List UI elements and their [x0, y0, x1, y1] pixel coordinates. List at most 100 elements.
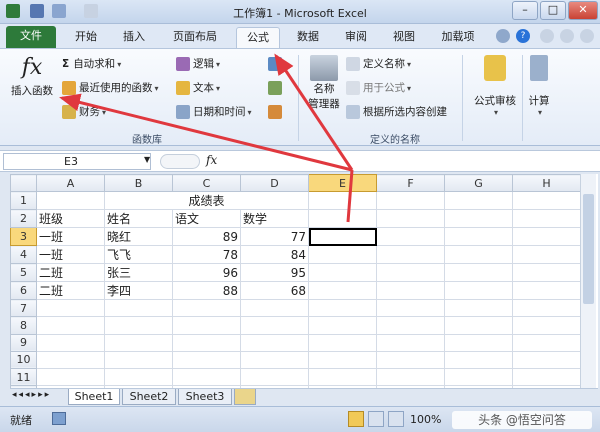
cell-F5[interactable]	[376, 263, 445, 283]
cell-H4[interactable]	[512, 245, 581, 265]
cell-H10[interactable]	[512, 350, 581, 369]
logical-button[interactable]: 逻辑 ▾	[176, 55, 220, 73]
tab-page-layout[interactable]: 页面布局	[164, 27, 226, 48]
cell-H1[interactable]	[512, 191, 581, 211]
row-header[interactable]: 1	[10, 191, 37, 211]
cell-D2[interactable]: 数学	[240, 209, 309, 229]
cell-B9[interactable]	[104, 333, 173, 352]
scrollbar-thumb[interactable]	[583, 194, 594, 304]
cell-C9[interactable]	[172, 333, 241, 352]
cell-F3[interactable]	[376, 227, 445, 247]
column-header[interactable]: A	[36, 174, 105, 193]
cell-E4[interactable]	[308, 245, 377, 265]
workbook-close-icon[interactable]	[580, 29, 594, 43]
cell-A2[interactable]: 班级	[36, 209, 105, 229]
cell-A6[interactable]: 二班	[36, 281, 105, 301]
column-header[interactable]: F	[376, 174, 445, 193]
cell-C3[interactable]: 89	[172, 227, 241, 247]
cell-E7[interactable]	[308, 299, 377, 318]
cell-G5[interactable]	[444, 263, 513, 283]
cell-F11[interactable]	[376, 367, 445, 387]
text-button[interactable]: 文本 ▾	[176, 79, 220, 97]
page-layout-view-icon[interactable]	[368, 411, 384, 427]
column-header[interactable]: B	[104, 174, 173, 193]
calculation-button[interactable]: 计算 ▾	[524, 55, 554, 117]
cell-E10[interactable]	[308, 350, 377, 369]
row-header[interactable]: 2	[10, 209, 37, 229]
cell-F7[interactable]	[376, 299, 445, 318]
cell-H11[interactable]	[512, 367, 581, 387]
cell-C7[interactable]	[172, 299, 241, 318]
cell-A5[interactable]: 二班	[36, 263, 105, 283]
cell-C8[interactable]	[172, 316, 241, 335]
cell-G3[interactable]	[444, 227, 513, 247]
row-header[interactable]: 8	[10, 316, 37, 335]
column-header[interactable]: H	[512, 174, 581, 193]
datetime-button[interactable]: 日期和时间 ▾	[176, 103, 252, 121]
cell-C5[interactable]: 96	[172, 263, 241, 283]
cell-A10[interactable]	[36, 350, 105, 369]
tab-formulas[interactable]: 公式	[236, 27, 280, 48]
cell-F6[interactable]	[376, 281, 445, 301]
cell-E8[interactable]	[308, 316, 377, 335]
cell-F4[interactable]	[376, 245, 445, 265]
cell-E6[interactable]	[308, 281, 377, 301]
financial-button[interactable]: 财务 ▾	[62, 103, 106, 121]
insert-function-fx-icon[interactable]: fx	[206, 153, 217, 167]
cell-H3[interactable]	[512, 227, 581, 247]
tab-home[interactable]: 开始	[66, 27, 106, 48]
macro-record-icon[interactable]	[52, 412, 66, 425]
cell-D4[interactable]: 84	[240, 245, 309, 265]
cell-F2[interactable]	[376, 209, 445, 229]
tab-review[interactable]: 审阅	[336, 27, 376, 48]
close-button[interactable]: ✕	[568, 1, 598, 20]
cell-D7[interactable]	[240, 299, 309, 318]
normal-view-icon[interactable]	[348, 411, 364, 427]
autosum-button[interactable]: Σ 自动求和 ▾	[62, 55, 121, 73]
cell-E3[interactable]	[308, 227, 377, 247]
cell-D5[interactable]: 95	[240, 263, 309, 283]
cell-E11[interactable]	[308, 367, 377, 387]
cell-B2[interactable]: 姓名	[104, 209, 173, 229]
cell-H8[interactable]	[512, 316, 581, 335]
tab-addins[interactable]: 加载项	[432, 27, 484, 48]
tab-data[interactable]: 数据	[288, 27, 328, 48]
page-break-view-icon[interactable]	[388, 411, 404, 427]
workbook-restore-icon[interactable]	[560, 29, 574, 43]
cell-F1[interactable]	[376, 191, 445, 211]
cell-G8[interactable]	[444, 316, 513, 335]
cell-A7[interactable]	[36, 299, 105, 318]
cell-H6[interactable]	[512, 281, 581, 301]
tab-insert[interactable]: 插入	[114, 27, 154, 48]
cell-G6[interactable]	[444, 281, 513, 301]
chevron-down-icon[interactable]: ▼	[144, 155, 150, 164]
cell-F9[interactable]	[376, 333, 445, 352]
name-manager-button[interactable]: 名称 管理器	[304, 55, 344, 111]
row-header[interactable]: 9	[10, 333, 37, 352]
cell-E9[interactable]	[308, 333, 377, 352]
tab-file[interactable]: 文件	[6, 26, 56, 48]
column-header[interactable]: E	[308, 174, 377, 193]
column-header[interactable]: C	[172, 174, 241, 193]
formula-input[interactable]	[224, 153, 594, 170]
zoom-level[interactable]: 100%	[410, 413, 441, 426]
cell-A11[interactable]	[36, 367, 105, 387]
cell-C10[interactable]	[172, 350, 241, 369]
row-header[interactable]: 10	[10, 350, 37, 369]
cell-C6[interactable]: 88	[172, 281, 241, 301]
cell-G1[interactable]	[444, 191, 513, 211]
cell-C4[interactable]: 78	[172, 245, 241, 265]
vertical-scrollbar[interactable]	[580, 174, 596, 388]
cell-B7[interactable]	[104, 299, 173, 318]
cell-B10[interactable]	[104, 350, 173, 369]
sheet-tab-2[interactable]: Sheet2	[122, 389, 176, 405]
cell-E1[interactable]	[308, 191, 377, 211]
help-icon[interactable]: ?	[516, 29, 530, 43]
cell-H9[interactable]	[512, 333, 581, 352]
name-box[interactable]: E3	[3, 153, 151, 170]
column-header[interactable]: G	[444, 174, 513, 193]
cell-A8[interactable]	[36, 316, 105, 335]
cell-C2[interactable]: 语文	[172, 209, 241, 229]
cell-G11[interactable]	[444, 367, 513, 387]
cell-C11[interactable]	[172, 367, 241, 387]
